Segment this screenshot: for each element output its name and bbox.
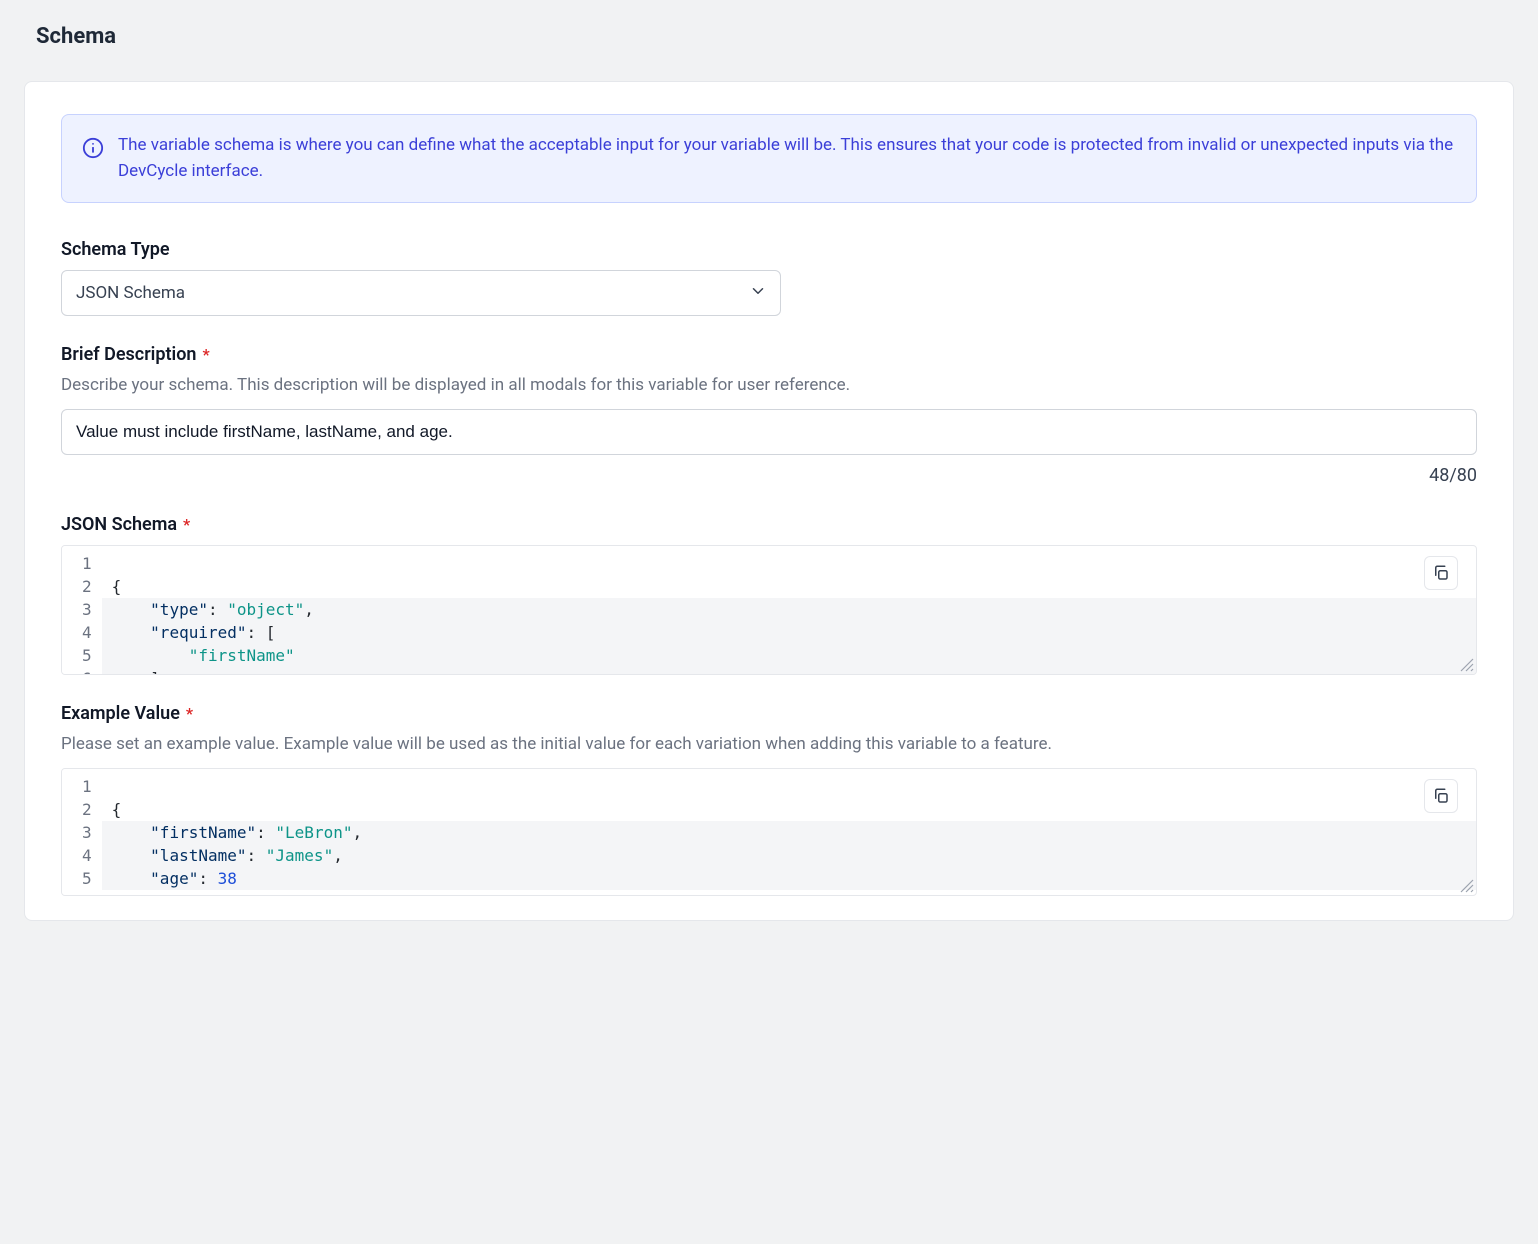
example-value-label: Example Value [61,703,180,724]
brief-description-label: Brief Description [61,344,196,365]
schema-type-value[interactable]: JSON Schema [61,270,781,316]
schema-card: The variable schema is where you can def… [24,81,1514,921]
schema-type-select[interactable]: JSON Schema [61,270,781,316]
editor-code[interactable]: { "type": "object", "required": [ "first… [102,546,1476,674]
copy-button[interactable] [1424,556,1458,590]
brief-description-helper: Describe your schema. This description w… [61,375,1477,395]
json-schema-editor[interactable]: 1 2 3 4 5 6 { "type": "object", "require… [61,545,1477,675]
copy-icon [1432,787,1450,805]
schema-type-label: Schema Type [61,239,170,260]
json-schema-label: JSON Schema [61,514,177,535]
example-value-helper: Please set an example value. Example val… [61,734,1477,754]
editor-gutter: 1 2 3 4 5 6 [62,546,102,674]
brief-description-counter: 48/80 [61,465,1477,486]
brief-description-input[interactable] [61,409,1477,455]
copy-icon [1432,564,1450,582]
editor-gutter: 1 2 3 4 5 [62,769,102,895]
info-icon [82,133,104,163]
info-banner-text: The variable schema is where you can def… [118,133,1456,184]
example-value-field: Example Value * Please set an example va… [61,703,1477,896]
required-marker: * [202,345,209,364]
info-banner: The variable schema is where you can def… [61,114,1477,203]
required-marker: * [183,515,190,534]
schema-type-field: Schema Type JSON Schema [61,239,1477,316]
page-title: Schema [24,0,1514,81]
copy-button[interactable] [1424,779,1458,813]
required-marker: * [186,704,193,723]
brief-description-field: Brief Description * Describe your schema… [61,344,1477,486]
editor-code[interactable]: { "firstName": "LeBron", "lastName": "Ja… [102,769,1476,895]
example-value-editor[interactable]: 1 2 3 4 5 { "firstName": "LeBron", "last… [61,768,1477,896]
json-schema-field: JSON Schema * 1 2 3 4 5 6 { "type": "obj… [61,514,1477,675]
